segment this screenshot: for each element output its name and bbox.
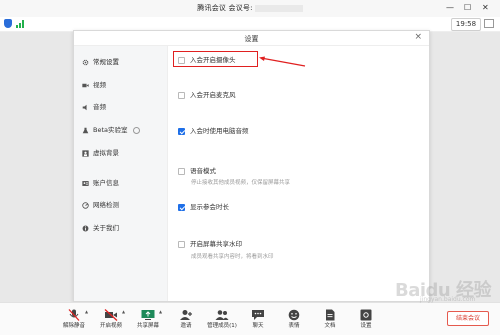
unmute-button[interactable]: ▲ 解除静音: [56, 306, 92, 334]
close-window-button[interactable]: ✕: [482, 3, 489, 13]
share-screen-button[interactable]: ▲ 共享屏幕: [130, 306, 166, 334]
meeting-clock: 19:58: [451, 18, 481, 31]
chevron-up-icon[interactable]: ▲: [159, 309, 162, 314]
end-meeting-button[interactable]: 结束会议: [447, 311, 489, 326]
minimize-button[interactable]: —: [446, 3, 454, 13]
share-watermark-description: 成员观看共享内容时，将看到水印: [191, 254, 274, 260]
camera-icon: [82, 82, 89, 89]
invite-button[interactable]: 邀请: [168, 306, 204, 334]
show-duration-checkbox[interactable]: [178, 203, 185, 211]
sidebar-item-account[interactable]: 账户信息: [82, 178, 119, 188]
invite-icon: [179, 306, 193, 320]
option-computer-audio[interactable]: 入会时使用电脑音频: [178, 127, 249, 137]
flask-icon: [82, 127, 89, 134]
speaker-icon: [82, 104, 89, 111]
sidebar-item-virtual-background[interactable]: 虚拟背景: [82, 148, 119, 158]
chat-button[interactable]: 聊天: [240, 306, 276, 334]
share-watermark-checkbox[interactable]: [178, 240, 185, 248]
settings-dialog: 设置 × 常规设置 视频 音频 Beta实验室 虚拟背景 账户信息 网络检测 关…: [73, 30, 430, 302]
account-icon: [82, 180, 89, 187]
voice-mode-checkbox[interactable]: [178, 167, 185, 175]
sidebar-item-about[interactable]: 关于我们: [82, 223, 119, 233]
person-bg-icon: [82, 149, 89, 157]
dialog-title: 设置: [244, 35, 259, 43]
computer-audio-checkbox[interactable]: [178, 127, 185, 135]
settings-icon: [359, 306, 373, 321]
emoji-button[interactable]: 表情: [276, 306, 312, 334]
maximize-button[interactable]: ☐: [464, 3, 471, 13]
settings-button[interactable]: 设置: [348, 306, 384, 334]
sidebar-item-audio[interactable]: 音频: [82, 102, 106, 112]
start-video-button[interactable]: ▲ 开启视频: [93, 306, 129, 334]
option-mic-on-join[interactable]: 入会开启麦克风: [178, 91, 236, 101]
mic-muted-icon: [67, 306, 81, 321]
members-icon: [215, 306, 229, 320]
help-circle-icon[interactable]: [132, 126, 140, 134]
shield-icon[interactable]: [4, 19, 12, 28]
title-bar: 腾讯会议 会议号: — ☐ ✕: [0, 0, 500, 18]
sidebar-item-general[interactable]: 常规设置: [82, 57, 119, 67]
dialog-header: 设置 ×: [74, 31, 429, 46]
mic-on-join-checkbox[interactable]: [178, 91, 185, 99]
option-share-watermark[interactable]: 开启屏幕共享水印: [178, 240, 242, 250]
layout-icon[interactable]: [484, 19, 494, 28]
manage-members-button[interactable]: 管理成员(1): [204, 306, 240, 334]
sidebar-item-beta[interactable]: Beta实验室: [82, 125, 140, 135]
baidu-watermark-url: jingyan.baidu.com: [420, 296, 476, 303]
signal-icon[interactable]: [16, 20, 26, 28]
window-title: 腾讯会议 会议号:: [0, 3, 500, 13]
chat-icon: [251, 306, 265, 320]
meeting-toolbar: ▲ 解除静音 ▲ 开启视频 ▲ 共享屏幕 邀请 管理成员(1) 聊天 表情 文档…: [0, 302, 500, 335]
document-icon: [323, 306, 337, 321]
dialog-close-button[interactable]: ×: [414, 32, 422, 42]
video-off-icon: [104, 306, 118, 321]
sidebar-item-video[interactable]: 视频: [82, 80, 106, 90]
settings-sidebar: 常规设置 视频 音频 Beta实验室 虚拟背景 账户信息 网络检测 关于我们: [74, 46, 168, 301]
gear-icon: [82, 59, 89, 66]
emoji-icon: [287, 306, 301, 321]
document-button[interactable]: 文档: [312, 306, 348, 334]
meeting-id-redacted: [254, 4, 303, 12]
network-icon: [82, 201, 89, 209]
highlight-box: [173, 51, 258, 67]
settings-content: 入会开启摄像头 入会开启麦克风 入会时使用电脑音频 语音模式 停止接收其他成员视…: [168, 46, 428, 301]
chevron-up-icon[interactable]: ▲: [85, 309, 88, 314]
chevron-up-icon[interactable]: ▲: [122, 309, 125, 314]
share-screen-icon: [141, 306, 155, 320]
option-show-duration[interactable]: 显示参会时长: [178, 203, 229, 213]
sidebar-item-network[interactable]: 网络检测: [82, 200, 119, 210]
info-icon: [82, 225, 89, 232]
option-voice-mode[interactable]: 语音模式: [178, 167, 216, 177]
voice-mode-description: 停止接收其他成员视频，仅保留屏幕共享: [191, 180, 291, 186]
annotation-arrow: [259, 56, 306, 67]
